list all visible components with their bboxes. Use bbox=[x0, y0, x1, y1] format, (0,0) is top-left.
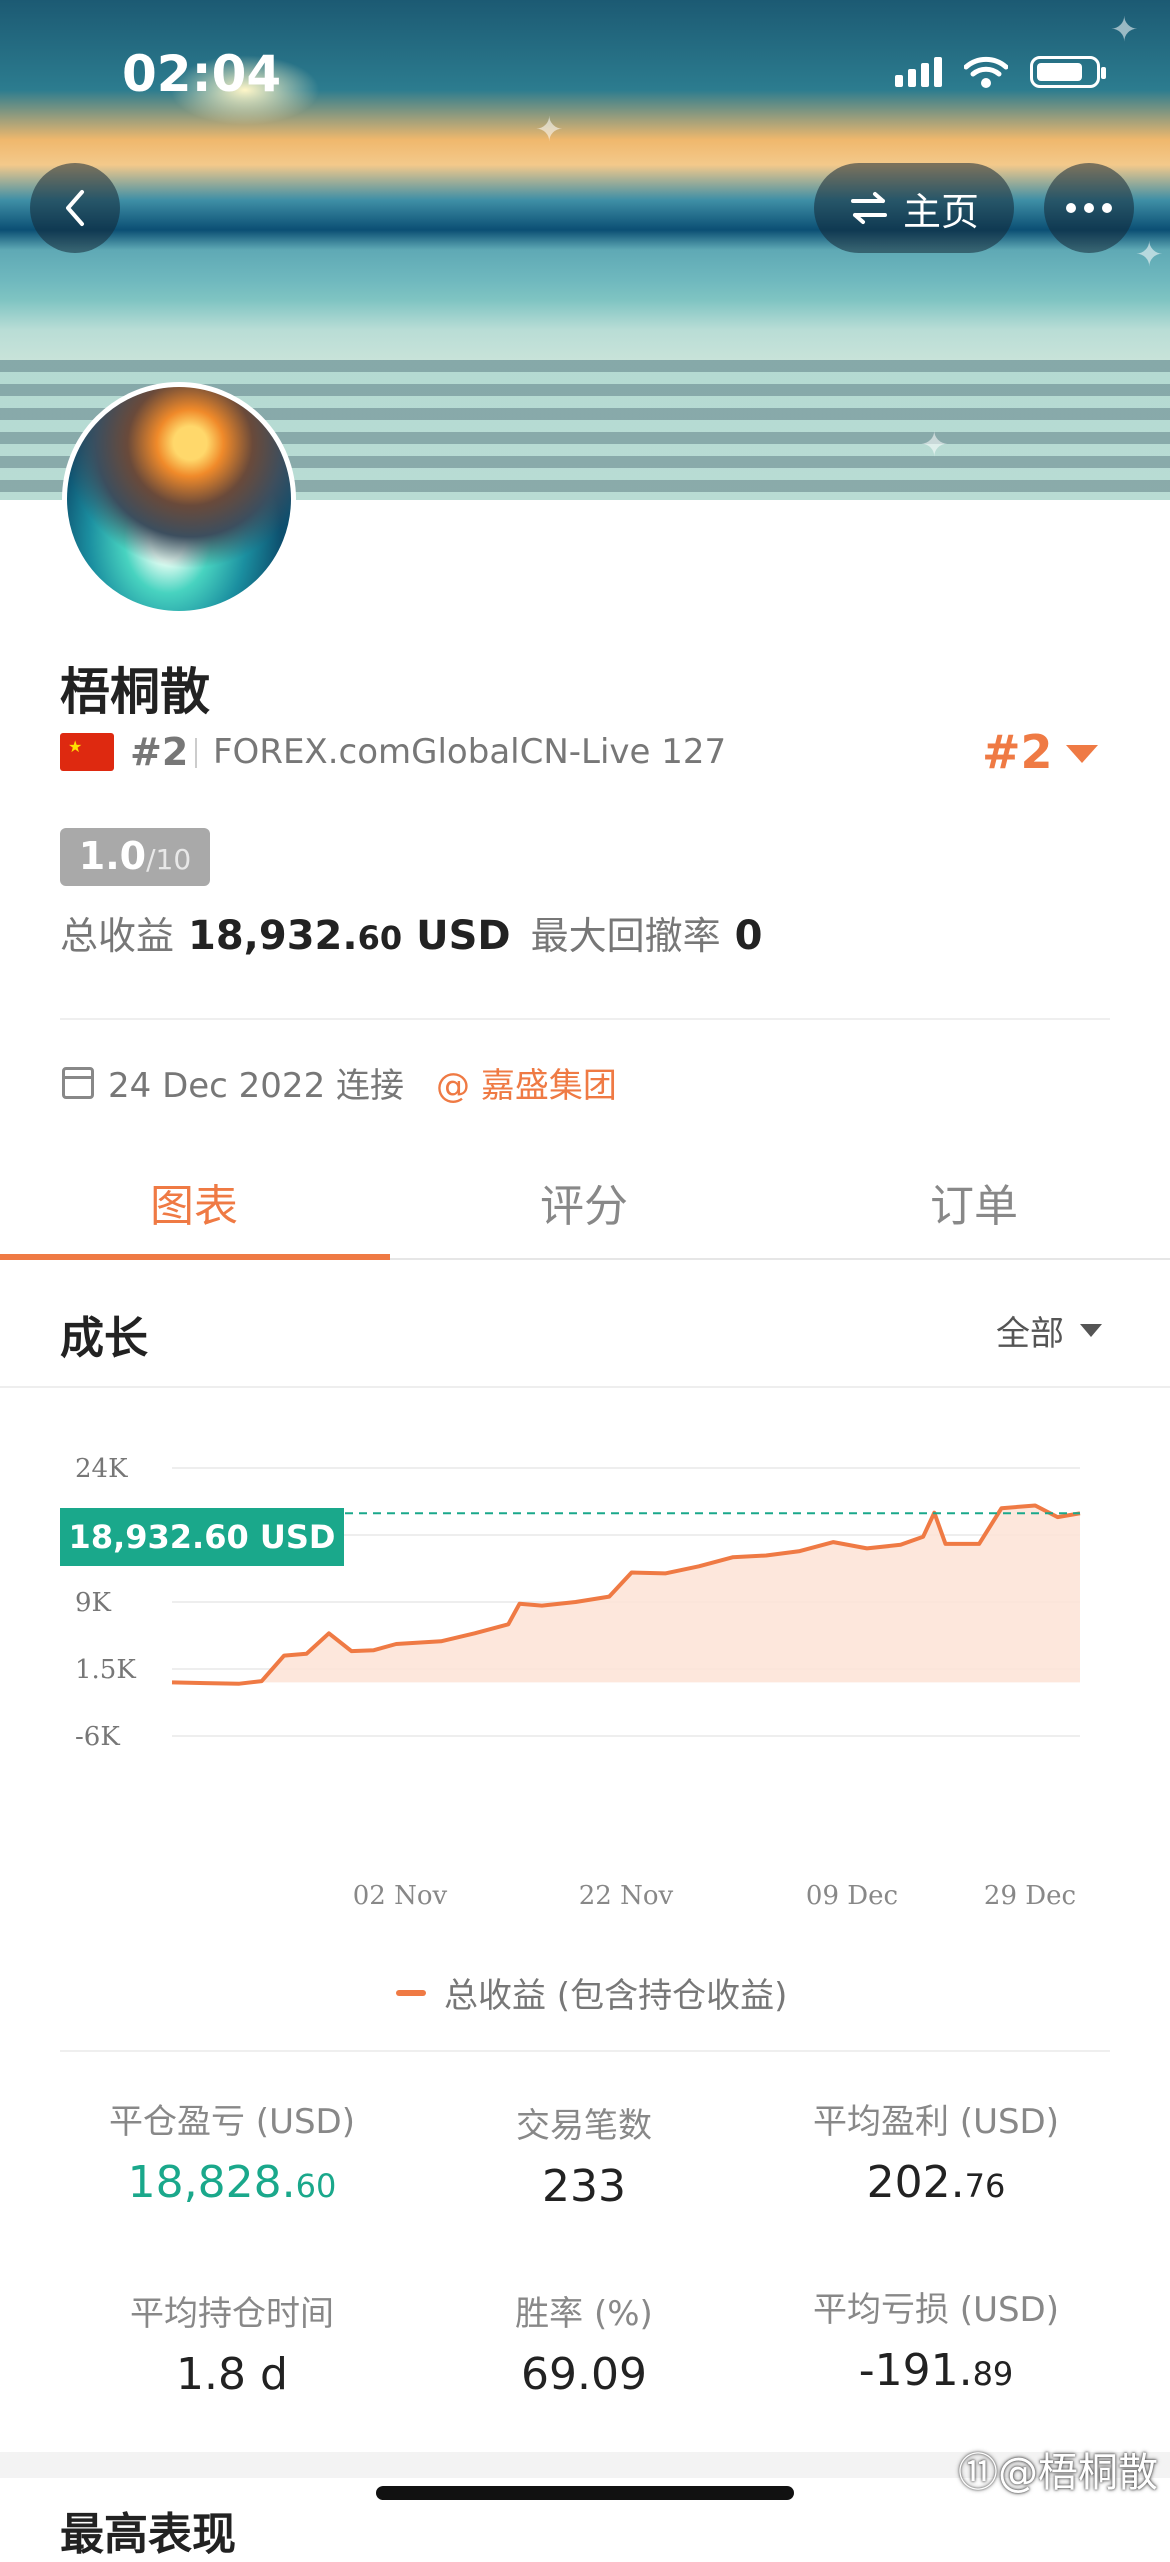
connection-info: 24 Dec 2022 连接 @ 嘉盛集团 bbox=[62, 1058, 617, 1107]
x-tick-label: 29 Dec bbox=[984, 1881, 1076, 1911]
growth-chart[interactable]: 24K16.5K9K1.5K-6K 02 Nov22 Nov09 Dec29 D… bbox=[0, 1420, 1170, 1920]
home-indicator[interactable] bbox=[376, 2486, 794, 2500]
battery-icon bbox=[1030, 56, 1106, 88]
status-icons bbox=[895, 55, 1106, 89]
tab-score[interactable]: 评分 bbox=[540, 1170, 628, 1234]
stat-value: -191.89 bbox=[858, 2345, 1014, 2396]
watermark: ⑪@梧桐散 bbox=[958, 2450, 1158, 2496]
star-decoration: ✦ bbox=[535, 110, 564, 150]
chart-legend: 总收益 (包含持仓收益) bbox=[396, 1968, 787, 2017]
stat-avg-loss: 平均亏损 (USD) -191.89 bbox=[756, 2282, 1116, 2396]
stat-value: 69.09 bbox=[521, 2349, 647, 2400]
x-tick-label: 22 Nov bbox=[579, 1881, 674, 1911]
stat-value: 18,828.60 bbox=[127, 2157, 337, 2208]
star-decoration: ✦ bbox=[1135, 235, 1164, 275]
score-badge: 1.0 /10 bbox=[60, 828, 210, 886]
stat-closed-pnl: 平仓盈亏 (USD) 18,828.60 bbox=[52, 2094, 412, 2208]
rank-badge: #2 bbox=[130, 730, 189, 774]
current-value-tag: 18,932.60 USD bbox=[60, 1508, 344, 1566]
y-tick-label: -6K bbox=[75, 1722, 120, 1752]
divider bbox=[60, 1018, 1110, 1020]
tab-chart[interactable]: 图表 bbox=[150, 1170, 238, 1234]
stat-value: 202.76 bbox=[866, 2157, 1006, 2208]
calendar-icon bbox=[62, 1066, 94, 1099]
rank-dropdown-value[interactable]: #2 bbox=[982, 725, 1053, 779]
home-button[interactable]: 主页 bbox=[814, 163, 1014, 253]
stat-label: 胜率 (%) bbox=[515, 2294, 653, 2334]
max-drawdown-label: 最大回撤率 bbox=[530, 914, 721, 958]
chevron-left-icon bbox=[66, 190, 84, 226]
stat-value: 1.8 d bbox=[176, 2349, 288, 2400]
divider bbox=[0, 1386, 1170, 1388]
stat-label: 平仓盈亏 (USD) bbox=[109, 2102, 355, 2142]
divider bbox=[195, 738, 197, 768]
next-section-title: 最高表现 bbox=[60, 2509, 236, 2560]
score-denominator: /10 bbox=[146, 843, 192, 876]
swap-icon bbox=[850, 192, 887, 224]
more-icon bbox=[1066, 203, 1112, 213]
divider bbox=[60, 2050, 1110, 2052]
y-tick-label: 9K bbox=[75, 1588, 112, 1618]
caret-down-icon bbox=[1080, 1324, 1102, 1337]
total-income-value: 18,932.60 bbox=[188, 913, 403, 959]
stat-trade-count: 交易笔数 233 bbox=[404, 2098, 764, 2212]
home-button-label: 主页 bbox=[902, 189, 979, 234]
server-name: FOREX.comGlobalCN-Live 127 bbox=[213, 732, 727, 772]
score-value: 1.0 bbox=[78, 834, 147, 878]
avatar[interactable] bbox=[62, 382, 296, 616]
range-select[interactable]: 全部 bbox=[996, 1306, 1102, 1355]
wifi-icon bbox=[964, 56, 1008, 88]
org-link[interactable]: @ 嘉盛集团 bbox=[436, 1058, 617, 1107]
legend-label: 总收益 (包含持仓收益) bbox=[444, 1976, 788, 2016]
x-tick-label: 09 Dec bbox=[806, 1881, 898, 1911]
stat-label: 交易笔数 bbox=[516, 2106, 652, 2146]
stat-label: 平均持仓时间 bbox=[130, 2294, 334, 2334]
stat-avg-profit: 平均盈利 (USD) 202.76 bbox=[756, 2094, 1116, 2208]
more-button[interactable] bbox=[1044, 163, 1134, 253]
legend-swatch bbox=[396, 1989, 426, 1996]
signal-icon bbox=[895, 57, 942, 87]
star-decoration: ✦ bbox=[920, 425, 949, 465]
max-drawdown-value: 0 bbox=[734, 913, 763, 959]
stat-avg-hold-time: 平均持仓时间 1.8 d bbox=[52, 2286, 412, 2400]
growth-section-title: 成长 bbox=[60, 1313, 148, 1364]
income-summary: 总收益 18,932.60 USD 最大回撤率 0 bbox=[60, 905, 762, 960]
total-income-label: 总收益 bbox=[60, 914, 175, 958]
connected-date: 24 Dec 2022 连接 bbox=[108, 1066, 405, 1106]
stat-value: 233 bbox=[542, 2161, 626, 2212]
y-tick-label: 1.5K bbox=[75, 1655, 136, 1685]
total-income-unit: USD bbox=[416, 913, 511, 959]
caret-down-icon[interactable] bbox=[1066, 745, 1098, 763]
china-flag-icon: ★ bbox=[60, 733, 114, 771]
stat-label: 平均亏损 (USD) bbox=[813, 2290, 1059, 2330]
profile-name: 梧桐散 bbox=[60, 663, 210, 721]
active-tab-indicator bbox=[0, 1254, 390, 1260]
stat-win-rate: 胜率 (%) 69.09 bbox=[404, 2286, 764, 2400]
back-button[interactable] bbox=[30, 163, 120, 253]
x-tick-label: 02 Nov bbox=[353, 1881, 448, 1911]
star-decoration: ✦ bbox=[1110, 10, 1139, 50]
tab-orders[interactable]: 订单 bbox=[930, 1170, 1018, 1234]
y-tick-label: 24K bbox=[75, 1454, 128, 1484]
status-time: 02:04 bbox=[122, 45, 282, 103]
range-select-value: 全部 bbox=[996, 1314, 1064, 1354]
stat-label: 平均盈利 (USD) bbox=[813, 2102, 1059, 2142]
